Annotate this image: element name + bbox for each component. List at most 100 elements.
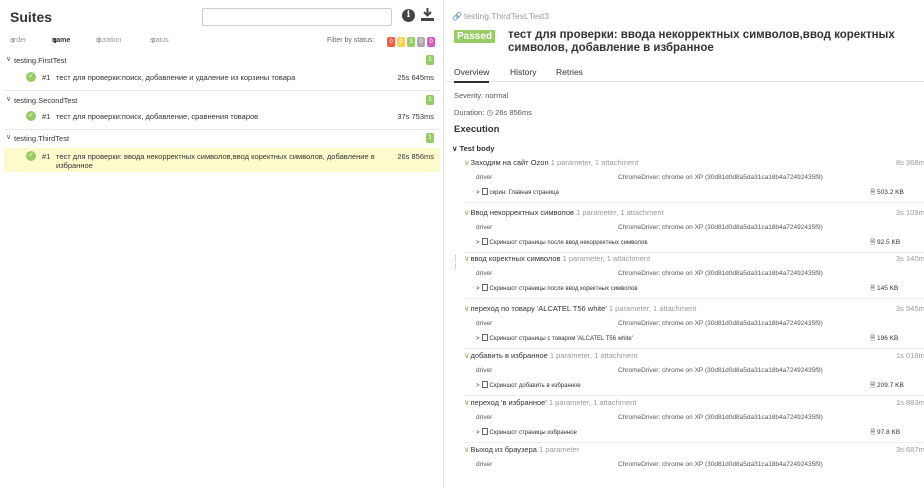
parameter-name: driver bbox=[476, 224, 493, 231]
test-row[interactable]: ✓ #1 тест для проверки:поиск, добавление… bbox=[4, 110, 440, 124]
sort-order[interactable]: order ⇕ bbox=[10, 37, 26, 45]
sort-status[interactable]: status ⇕ bbox=[150, 37, 169, 45]
test-name: тест для проверки: ввода некорректных си… bbox=[56, 152, 375, 170]
step-header[interactable]: ∨добавить в избранное 1 parameter, 1 att… bbox=[464, 351, 637, 360]
test-name: тест для проверки:поиск, добавление и уд… bbox=[56, 73, 296, 82]
attachment-size: 🗎 209.7 KB bbox=[870, 381, 904, 392]
step-meta: 1 parameter, 1 attachment bbox=[550, 158, 639, 167]
chevron-down-icon: ∨ bbox=[464, 445, 470, 454]
parameter-name: driver bbox=[476, 174, 493, 181]
step-header[interactable]: ∨Ввод некорректных символов 1 parameter,… bbox=[464, 208, 664, 217]
chevron-down-icon: ∨ bbox=[464, 304, 470, 313]
attachment-size-text: 145 KB bbox=[877, 285, 899, 292]
parameter-name: driver bbox=[476, 367, 493, 374]
status-filter-passed[interactable]: 3 bbox=[407, 37, 415, 47]
test-row-selected[interactable]: ✓ #1 тест для проверки: ввода некорректн… bbox=[4, 148, 440, 172]
chevron-down-icon: ∨ bbox=[464, 398, 470, 407]
attachment-size: 🗎 145 KB bbox=[870, 284, 898, 295]
test-duration: 37s 753ms bbox=[397, 112, 434, 121]
step-header[interactable]: ∨Заходим на сайт Ozon 1 parameter, 1 att… bbox=[464, 158, 638, 167]
attachment-size-text: 209.7 KB bbox=[877, 382, 904, 389]
step-name: добавить в избранное bbox=[470, 351, 548, 360]
test-number: #1 bbox=[42, 152, 51, 161]
attachment-name: Скриншот страницы с товаром 'ALCATEL T56… bbox=[489, 336, 633, 342]
attachment-row[interactable]: > Скриншот страницы после ввод некорректн… bbox=[476, 238, 648, 246]
attachment-row[interactable]: > Скриншот добавить в избранное bbox=[476, 381, 581, 389]
step-meta: 1 parameter, 1 attachment bbox=[608, 304, 697, 313]
status-filter-broken[interactable]: 0 bbox=[397, 37, 405, 47]
image-file-icon bbox=[481, 188, 488, 195]
execution-heading: Execution bbox=[454, 124, 500, 135]
divider bbox=[4, 129, 440, 130]
suite-count-badge: 1 bbox=[426, 55, 434, 65]
suite-count-badge: 1 bbox=[426, 95, 434, 105]
divider bbox=[464, 252, 924, 253]
suite-count-badge: 1 bbox=[426, 133, 434, 143]
test-name: тест для проверки:поиск, добавление, сра… bbox=[56, 112, 259, 121]
suite-name: testing.ThirdTest bbox=[14, 134, 70, 143]
step-header[interactable]: ∨Выход из браузера 1 parameter bbox=[464, 445, 579, 454]
step-duration: 8s 368m bbox=[896, 158, 924, 167]
attachment-size-text: 503.2 KB bbox=[877, 189, 904, 196]
breadcrumb: 🔗 testing.ThirdTest.Test3 bbox=[452, 11, 549, 21]
image-file-icon bbox=[481, 428, 488, 435]
status-filter-unknown[interactable]: 0 bbox=[427, 37, 435, 47]
step-name: ввод коректных символов bbox=[470, 254, 561, 263]
divider bbox=[464, 348, 924, 349]
attachment-name: Скриншот страницы избранное bbox=[489, 430, 577, 436]
step-header[interactable]: ∨ввод коректных символов 1 parameter, 1 … bbox=[464, 254, 650, 263]
step-meta: 1 parameter, 1 attachment bbox=[549, 351, 638, 360]
file-icon: 🗎 bbox=[870, 382, 876, 389]
step-duration: 3s 109m bbox=[896, 208, 924, 217]
filter-label: Filter by status: bbox=[327, 37, 375, 44]
info-icon[interactable]: i bbox=[402, 9, 415, 22]
file-icon: 🗎 bbox=[870, 239, 876, 246]
sort-name[interactable]: name ⇕ bbox=[52, 37, 70, 45]
breadcrumb-text: testing.ThirdTest.Test3 bbox=[463, 11, 550, 21]
attachment-row[interactable]: > Скриншот страницы избранное bbox=[476, 428, 577, 436]
tab-retries[interactable]: Retries bbox=[556, 67, 583, 77]
step-header[interactable]: ∨переход по товару 'ALCATEL T56 white' 1… bbox=[464, 304, 696, 313]
suites-title: Suites bbox=[10, 9, 53, 25]
duration-label: Duration: ◷ 26s 856ms bbox=[454, 108, 532, 117]
image-file-icon bbox=[481, 334, 488, 341]
step-duration: 1s 883m bbox=[896, 398, 924, 407]
step-header[interactable]: ∨переход 'в избранное' 1 parameter, 1 at… bbox=[464, 398, 636, 407]
attachment-row[interactable]: > Скриншот страницы после ввод коректных … bbox=[476, 284, 638, 292]
step-meta: 1 parameter bbox=[539, 445, 580, 454]
divider bbox=[464, 442, 924, 443]
attachment-size: 🗎 196 KB bbox=[870, 334, 898, 345]
parameter-value: ChromeDriver: chrome on XP (30d81d0d8a5d… bbox=[618, 270, 823, 277]
search-input[interactable] bbox=[202, 8, 392, 26]
file-icon: 🗎 bbox=[870, 189, 876, 196]
chevron-down-icon: ∨ bbox=[464, 351, 470, 360]
suite-group-second[interactable]: ∨ testing.SecondTest 1 bbox=[4, 95, 440, 107]
test-body-toggle[interactable]: ∨ Test body bbox=[452, 144, 494, 153]
step-name: Заходим на сайт Ozon bbox=[470, 158, 549, 167]
suite-group-third[interactable]: ∨ testing.ThirdTest 1 bbox=[4, 133, 440, 145]
status-filter-skipped[interactable]: 0 bbox=[417, 37, 425, 47]
status-filter-failed[interactable]: 0 bbox=[387, 37, 395, 47]
test-row[interactable]: ✓ #1 тест для проверки:поиск, добавление… bbox=[4, 71, 440, 85]
download-icon[interactable] bbox=[421, 8, 434, 22]
tab-overview[interactable]: Overview bbox=[454, 67, 490, 83]
step-name: Выход из браузера bbox=[470, 445, 537, 454]
attachment-row[interactable]: > Скриншот страницы с товаром 'ALCATEL T5… bbox=[476, 334, 633, 342]
chevron-down-icon: ∨ bbox=[464, 158, 470, 167]
tab-history[interactable]: History bbox=[510, 67, 536, 77]
parameter-name: driver bbox=[476, 461, 493, 468]
step-duration: 3s 140m bbox=[896, 254, 924, 263]
test-duration: 25s 645ms bbox=[397, 73, 434, 82]
step-meta: 1 parameter, 1 attachment bbox=[576, 208, 664, 217]
passed-check-icon: ✓ bbox=[26, 111, 36, 121]
chevron-down-icon: ∨ bbox=[6, 56, 12, 63]
step-duration: 3s 545m bbox=[896, 304, 924, 313]
attachment-row[interactable]: > скрин: Главная страница bbox=[476, 188, 559, 196]
sort-bar: order ⇕ name ⇕ duration ⇕ status ⇕ Filte… bbox=[10, 37, 438, 49]
tab-bar: Overview History Retries bbox=[446, 64, 924, 83]
sort-duration[interactable]: duration ⇕ bbox=[96, 37, 121, 45]
attachment-name: Скриншот добавить в избранное bbox=[489, 383, 581, 389]
suite-group-first[interactable]: ∨ testing.FirstTest 1 bbox=[4, 55, 440, 67]
parameter-value: ChromeDriver: chrome on XP (30d81d0d8a5d… bbox=[618, 320, 823, 327]
attachment-name: скрин: Главная страница bbox=[489, 190, 559, 196]
